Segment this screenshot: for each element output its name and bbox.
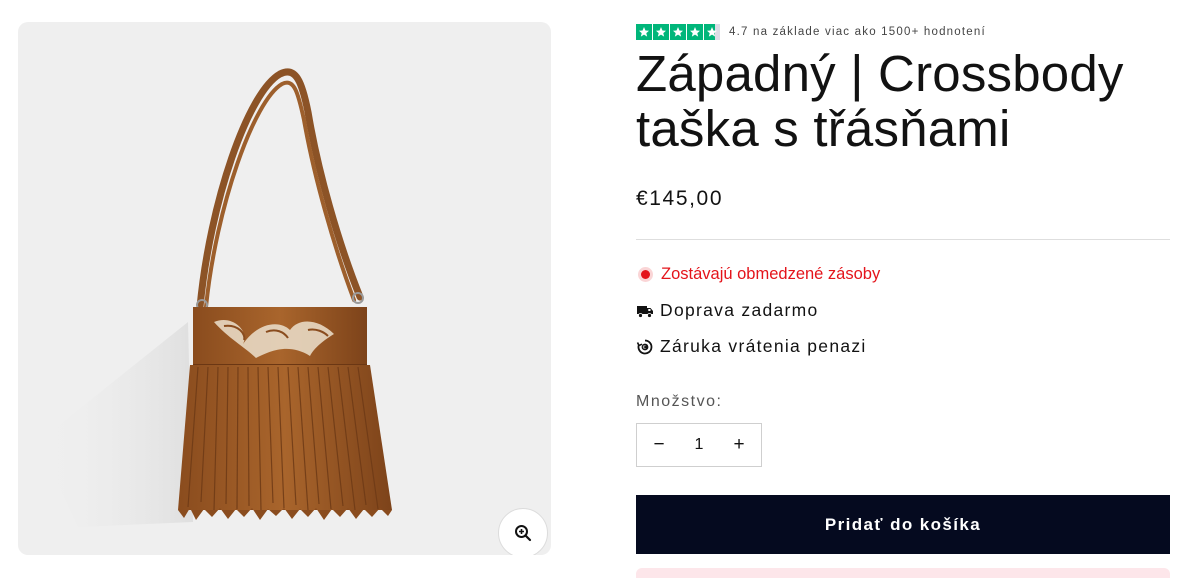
star-icon [670, 24, 686, 40]
shipping-text: Doprava zadarmo [660, 300, 819, 320]
star-icon [636, 24, 652, 40]
add-to-cart-button[interactable]: Pridať do košíka [636, 495, 1170, 554]
quantity-decrease-button[interactable]: − [637, 424, 681, 466]
zoom-button[interactable] [498, 508, 548, 555]
rating-summary: 4.7 na základe viac ako 1500+ hodnotení [636, 23, 986, 41]
product-price: €145,00 [636, 187, 724, 210]
star-icon [653, 24, 669, 40]
stock-text: Zostávajú obmedzené zásoby [661, 265, 881, 283]
product-image-gallery[interactable] [18, 22, 551, 555]
product-image [38, 68, 392, 527]
star-icon [687, 24, 703, 40]
guarantee-text: Záruka vrátenia penazi [660, 336, 867, 356]
star-half-icon [704, 24, 720, 40]
quantity-input[interactable] [681, 425, 717, 465]
zoom-in-icon [515, 525, 532, 542]
shipping-notice: Doprava zadarmo [636, 300, 819, 321]
stock-notice: Zostávajú obmedzené zásoby [636, 265, 880, 284]
star-rating [636, 24, 720, 40]
money-back-icon: € [636, 338, 654, 356]
promo-banner [636, 568, 1170, 578]
svg-text:€: € [643, 345, 647, 351]
quantity-stepper: − + [636, 423, 762, 467]
quantity-label: Množstvo: [636, 393, 723, 410]
product-title: Západný | Crossbody taška s třásňami [636, 45, 1124, 157]
quantity-increase-button[interactable]: + [717, 424, 761, 466]
rating-text: 4.7 na základe viac ako 1500+ hodnotení [729, 26, 986, 38]
guarantee-notice: € Záruka vrátenia penazi [636, 336, 867, 357]
truck-icon [636, 302, 654, 320]
divider [636, 239, 1170, 240]
stock-dot-icon [641, 270, 650, 279]
